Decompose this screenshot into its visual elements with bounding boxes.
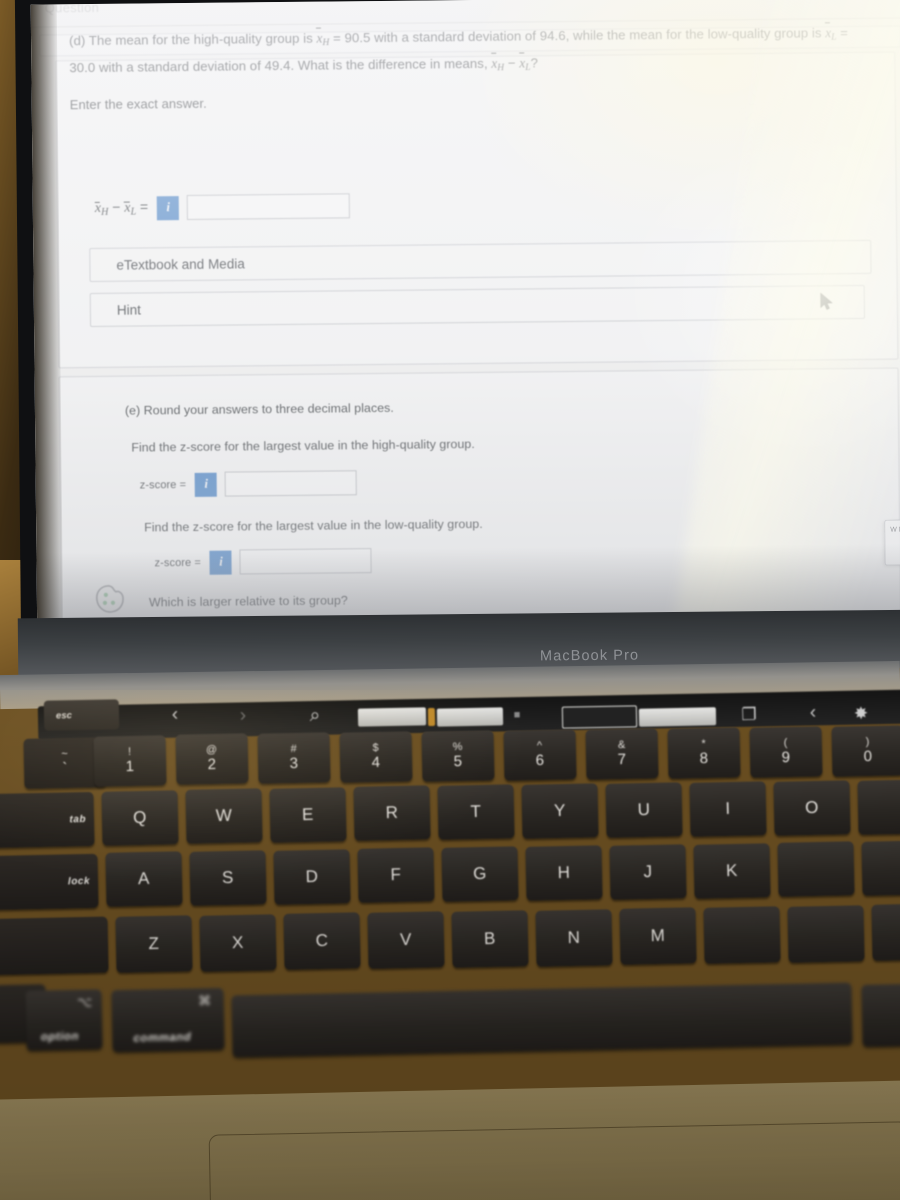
enter-exact-answer-label: Enter the exact answer.	[69, 95, 207, 113]
question-d-mid1: = 90.5 with a standard deviation of 94.6…	[329, 25, 826, 46]
question-d-suffix: ?	[530, 54, 539, 71]
question-d-prefix: (d) The mean for the high-quality group …	[68, 30, 317, 49]
macbook-pro-brand-label: MacBook Pro	[539, 647, 640, 665]
laptop-screen: Question (d) The mean for the high-quali…	[30, 0, 900, 643]
photo-scene: Question (d) The mean for the high-quali…	[0, 0, 900, 1200]
new-tab-icon[interactable]: ❐	[736, 702, 762, 728]
webpage-content: Question (d) The mean for the high-quali…	[30, 0, 900, 643]
key-j[interactable]: J	[609, 844, 687, 900]
key-0[interactable]: ) 0	[831, 725, 900, 777]
key-w[interactable]: W	[185, 788, 263, 844]
minus-sign: −	[504, 55, 520, 71]
option-glyph-icon: ⌥	[76, 994, 93, 1010]
key-i[interactable]: I	[689, 781, 767, 837]
answer-label-difference: xH − xL =	[94, 198, 149, 218]
key-2[interactable]: @ 2	[175, 733, 249, 785]
touchbar-tab-active-marker	[427, 707, 436, 727]
answer-row-zscore-high: z-score = i	[140, 470, 358, 497]
key-v[interactable]: V	[367, 911, 445, 969]
key-c[interactable]: C	[283, 912, 361, 970]
answer-x-bar-low: x	[124, 200, 131, 216]
key-comma[interactable]	[703, 906, 781, 964]
zscore-input-high[interactable]	[225, 470, 358, 497]
back-chevron-icon[interactable]: ‹	[160, 702, 190, 729]
key-x[interactable]: X	[199, 914, 277, 972]
key-g[interactable]: G	[441, 846, 519, 902]
x-bar-low-2: x	[519, 52, 525, 73]
key-1[interactable]: ! 1	[93, 735, 167, 787]
key-h[interactable]: H	[525, 845, 603, 901]
key-5[interactable]: % 5	[421, 730, 495, 782]
zscore-label-high: z-score =	[139, 478, 187, 492]
key-t[interactable]: T	[437, 784, 515, 840]
answer-input-difference[interactable]	[187, 193, 351, 220]
key-shift-left[interactable]	[0, 916, 109, 976]
key-k[interactable]: K	[693, 843, 771, 899]
key-q[interactable]: Q	[101, 790, 179, 846]
key-l[interactable]	[777, 841, 855, 897]
search-icon[interactable]: ⌕	[300, 703, 330, 730]
key-a[interactable]: A	[105, 851, 183, 907]
touchbar-tab-2[interactable]	[436, 707, 504, 727]
key-n[interactable]: N	[535, 909, 613, 967]
answer-row-zscore-low: z-score = i	[154, 548, 373, 575]
key-6[interactable]: ^ 6	[503, 729, 577, 781]
key-f[interactable]: F	[357, 847, 435, 903]
key-command-right[interactable]	[861, 983, 900, 1047]
key-caps-lock[interactable]: lock	[0, 853, 99, 911]
key-option-left[interactable]: ⌥ option	[25, 989, 103, 1051]
key-e[interactable]: E	[269, 787, 347, 843]
zscore-label-low: z-score =	[154, 556, 202, 569]
zscore-input-low[interactable]	[239, 548, 373, 575]
info-badge-icon[interactable]: i	[209, 550, 233, 575]
key-z[interactable]: Z	[115, 915, 193, 973]
key-d[interactable]: D	[273, 849, 351, 905]
info-badge-icon[interactable]: i	[157, 195, 180, 220]
info-badge-icon[interactable]: i	[195, 472, 218, 497]
key-tab[interactable]: tab	[0, 791, 95, 849]
key-u[interactable]: U	[605, 782, 683, 838]
brightness-icon[interactable]: ✸	[848, 701, 874, 727]
mouse-cursor-icon	[820, 292, 833, 310]
key-y[interactable]: Y	[521, 783, 599, 839]
side-feedback-tab[interactable]: W M	[884, 519, 900, 566]
key-b[interactable]: B	[451, 910, 529, 968]
key-p[interactable]	[857, 779, 900, 835]
key-9[interactable]: ( 9	[749, 726, 823, 778]
touchbar-tab-selected[interactable]	[561, 705, 638, 729]
key-m[interactable]: M	[619, 907, 697, 965]
key-8[interactable]: * 8	[667, 727, 741, 779]
question-e-heading: (e) Round your answers to three decimal …	[124, 400, 394, 418]
touchbar-tab-3[interactable]	[638, 707, 717, 727]
question-d-text: (d) The mean for the high-quality group …	[69, 22, 860, 84]
key-slash[interactable]	[871, 903, 900, 961]
touchbar-tab-1[interactable]	[357, 707, 427, 727]
forward-chevron-icon[interactable]: ›	[228, 703, 258, 730]
key-semicolon[interactable]	[861, 840, 900, 896]
x-bar-high-2: x	[491, 52, 497, 73]
key-3[interactable]: # 3	[257, 732, 331, 784]
key-r[interactable]: R	[353, 785, 431, 841]
key-o[interactable]: O	[773, 780, 851, 836]
answer-row-difference-of-means: xH − xL = i	[95, 193, 351, 221]
esc-key[interactable]: esc	[43, 699, 120, 731]
key-period[interactable]	[787, 905, 865, 963]
key-s[interactable]: S	[189, 850, 267, 906]
touchbar-favicon-icon: ■	[513, 708, 521, 722]
key-7[interactable]: & 7	[585, 728, 659, 780]
x-bar-high: x	[316, 28, 322, 49]
key-command-left[interactable]: ⌘ command	[111, 987, 225, 1053]
x-bar-low: x	[825, 22, 831, 43]
cookie-consent-icon[interactable]	[94, 584, 126, 614]
key-4[interactable]: $ 4	[339, 731, 413, 783]
share-chevron-icon[interactable]: ‹	[800, 700, 826, 726]
trackpad[interactable]	[208, 1121, 900, 1200]
command-glyph-icon: ⌘	[197, 993, 212, 1009]
answer-x-bar-high: x	[94, 200, 102, 217]
question-e-prompt-compare: Which is larger relative to its group?	[148, 593, 348, 610]
key-spacebar[interactable]	[231, 982, 853, 1058]
